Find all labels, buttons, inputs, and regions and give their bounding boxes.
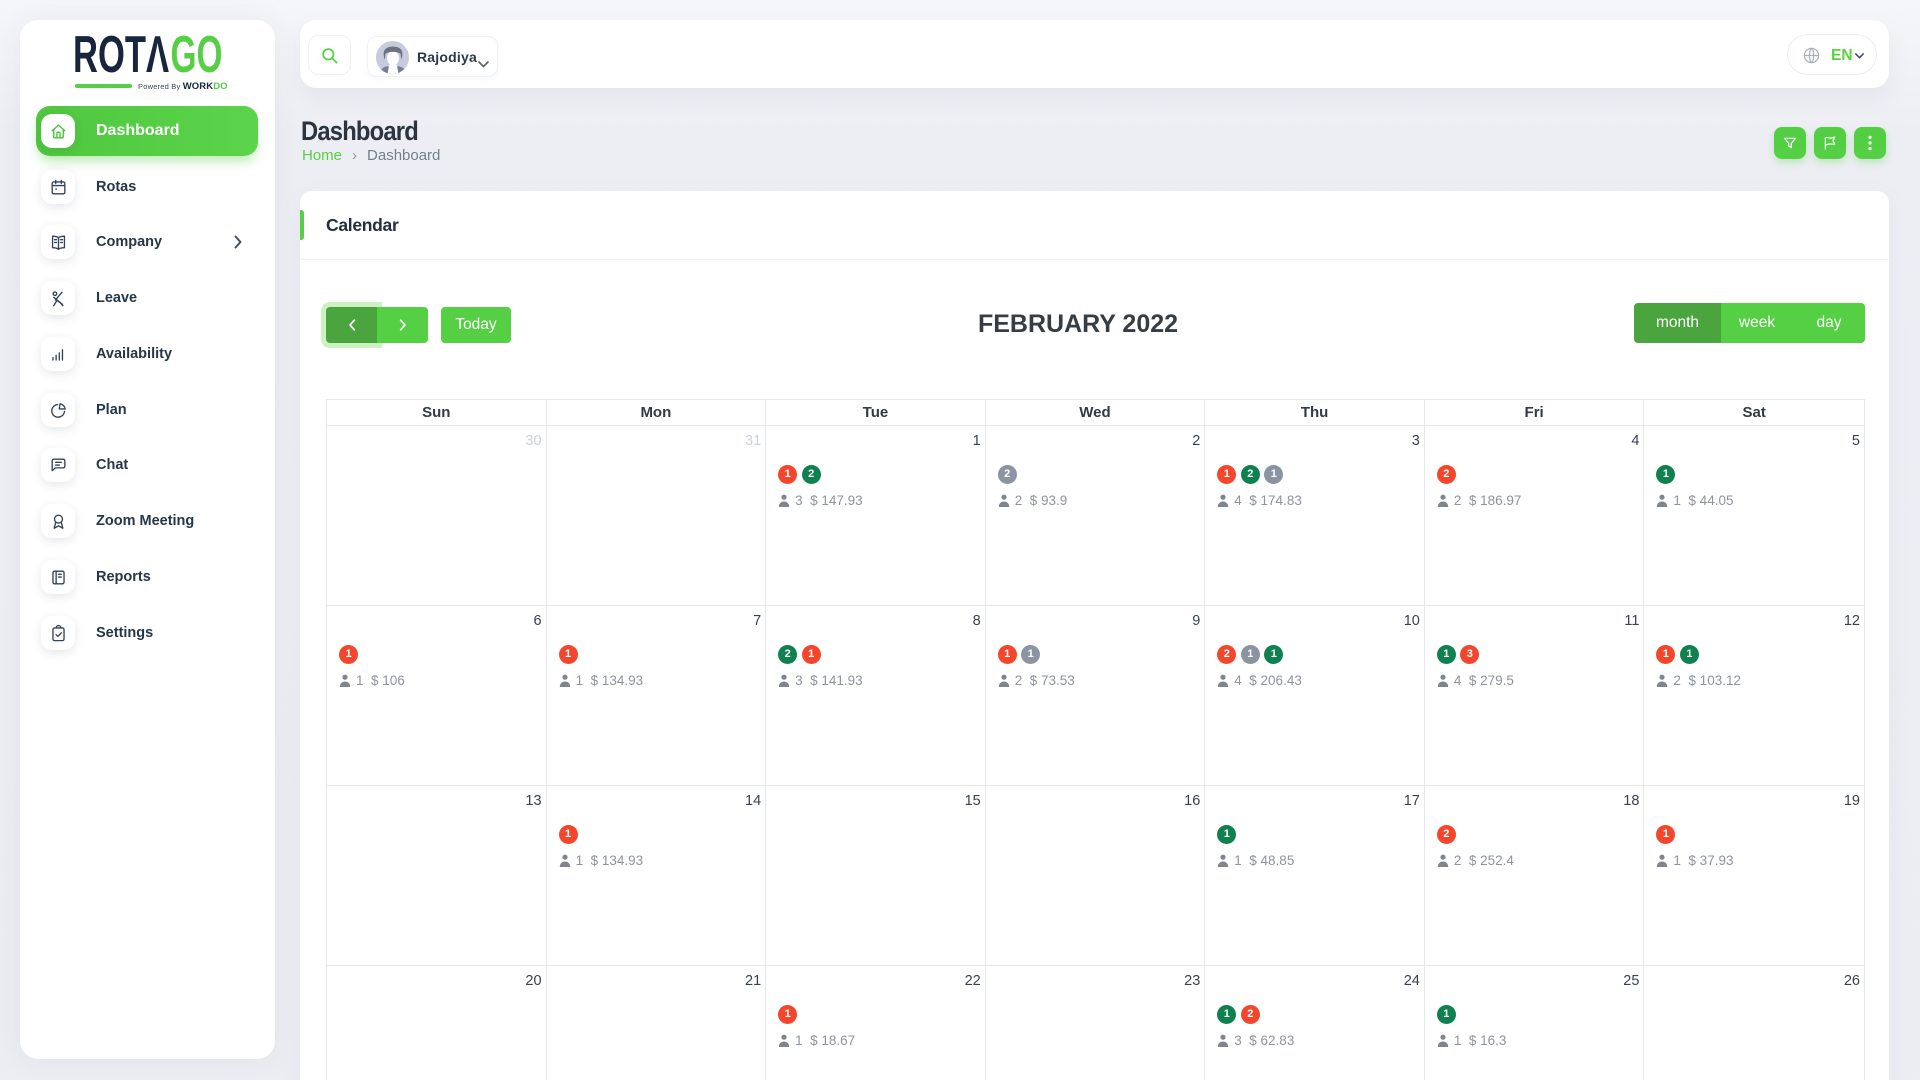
svg-text:ROTΛ: ROTΛ — [73, 26, 169, 80]
svg-text:GO: GO — [171, 26, 223, 80]
